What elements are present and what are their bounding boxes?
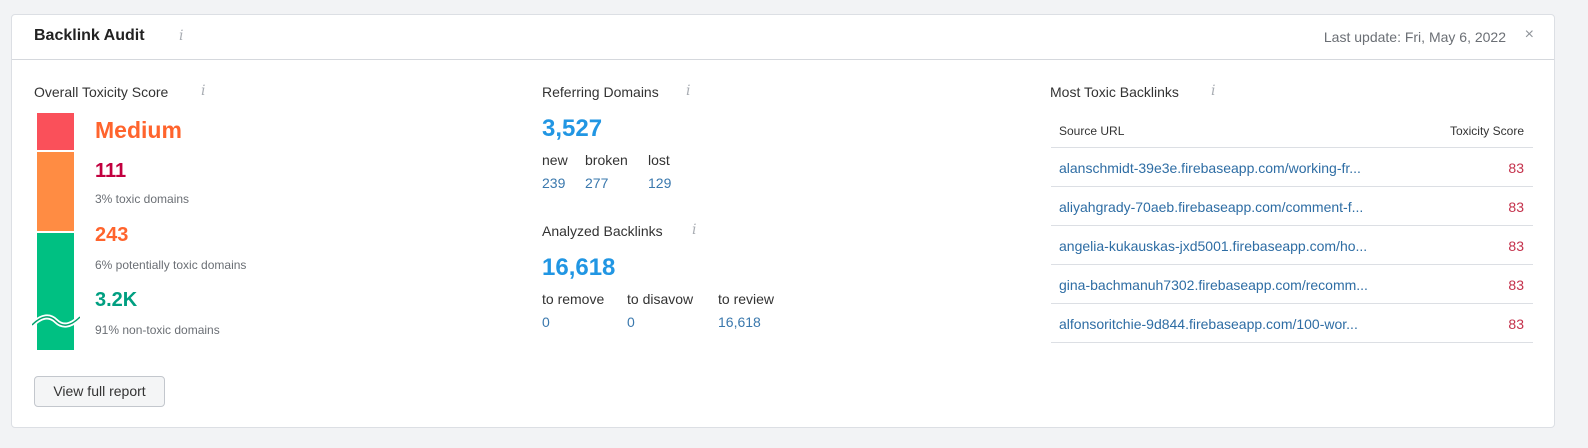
table-row: gina-bachmanuh7302.firebaseapp.com/recom… bbox=[1051, 265, 1533, 304]
info-icon[interactable]: i bbox=[692, 222, 696, 238]
info-icon[interactable]: i bbox=[201, 83, 205, 99]
potentially-toxic-bar-segment bbox=[37, 152, 74, 231]
view-full-report-button[interactable]: View full report bbox=[34, 376, 165, 407]
table-row: angelia-kukauskas-jxd5001.firebaseapp.co… bbox=[1051, 226, 1533, 265]
metric-label: broken bbox=[585, 152, 628, 168]
non-toxic-bar-segment bbox=[37, 233, 74, 350]
broken-domains-value[interactable]: 277 bbox=[585, 175, 608, 191]
backlink-audit-widget: Backlink Audit i Last update: Fri, May 6… bbox=[11, 14, 1555, 428]
backlink-url[interactable]: angelia-kukauskas-jxd5001.firebaseapp.co… bbox=[1059, 238, 1367, 254]
non-toxic-desc: 91% non-toxic domains bbox=[95, 323, 220, 337]
info-icon[interactable]: i bbox=[1211, 83, 1215, 99]
referring-domains-total[interactable]: 3,527 bbox=[542, 115, 602, 143]
toxicity-score-label: Overall Toxicity Score bbox=[34, 84, 169, 100]
metric-label: to remove bbox=[542, 291, 605, 307]
non-toxic-count[interactable]: 3.2K bbox=[95, 289, 137, 312]
referring-domains-label: Referring Domains bbox=[542, 84, 659, 100]
analyzed-backlinks-total[interactable]: 16,618 bbox=[542, 254, 615, 282]
most-toxic-backlinks-label: Most Toxic Backlinks bbox=[1050, 84, 1179, 100]
backlink-url[interactable]: aliyahgrady-70aeb.firebaseapp.com/commen… bbox=[1059, 199, 1363, 215]
metric-label: to disavow bbox=[627, 291, 694, 307]
metric-label: lost bbox=[648, 152, 670, 168]
column-header-source-url: Source URL bbox=[1059, 124, 1125, 138]
scale-break-icon bbox=[32, 314, 80, 328]
toxic-domains-count[interactable]: 111 bbox=[95, 160, 126, 183]
potentially-toxic-count[interactable]: 243 bbox=[95, 224, 128, 247]
backlink-url[interactable]: alfonsoritchie-9d844.firebaseapp.com/100… bbox=[1059, 316, 1358, 332]
toxic-backlinks-table: Source URL Toxicity Score alanschmidt-39… bbox=[1051, 115, 1533, 343]
toxicity-score: 83 bbox=[1508, 316, 1524, 332]
metric-label: new bbox=[542, 152, 568, 168]
analyzed-backlinks-label: Analyzed Backlinks bbox=[542, 223, 663, 239]
backlink-url[interactable]: gina-bachmanuh7302.firebaseapp.com/recom… bbox=[1059, 277, 1368, 293]
toxicity-score: 83 bbox=[1508, 199, 1524, 215]
new-domains-value[interactable]: 239 bbox=[542, 175, 565, 191]
table-row: alanschmidt-39e3e.firebaseapp.com/workin… bbox=[1051, 148, 1533, 187]
backlink-url[interactable]: alanschmidt-39e3e.firebaseapp.com/workin… bbox=[1059, 160, 1361, 176]
toxicity-score: 83 bbox=[1508, 277, 1524, 293]
table-header: Source URL Toxicity Score bbox=[1051, 115, 1533, 148]
table-row: alfonsoritchie-9d844.firebaseapp.com/100… bbox=[1051, 304, 1533, 343]
toxicity-score: 83 bbox=[1508, 238, 1524, 254]
to-remove-value[interactable]: 0 bbox=[542, 314, 550, 330]
last-update-text: Last update: Fri, May 6, 2022 bbox=[1323, 29, 1506, 45]
metric-label: to review bbox=[718, 291, 775, 307]
toxic-domains-desc: 3% toxic domains bbox=[95, 192, 190, 206]
to-disavow-value[interactable]: 0 bbox=[627, 314, 635, 330]
toxicity-level: Medium bbox=[95, 117, 182, 143]
potentially-toxic-desc: 6% potentially toxic domains bbox=[95, 258, 247, 272]
table-row: aliyahgrady-70aeb.firebaseapp.com/commen… bbox=[1051, 187, 1533, 226]
to-review-value[interactable]: 16,618 bbox=[718, 314, 761, 330]
close-icon[interactable]: × bbox=[1525, 26, 1534, 44]
toxic-bar-segment bbox=[37, 113, 74, 150]
info-icon[interactable]: i bbox=[686, 83, 690, 99]
toxicity-score: 83 bbox=[1508, 160, 1524, 176]
column-header-toxicity-score: Toxicity Score bbox=[1449, 124, 1524, 138]
widget-header: Backlink Audit i Last update: Fri, May 6… bbox=[12, 15, 1554, 60]
info-icon[interactable]: i bbox=[179, 28, 183, 44]
lost-domains-value[interactable]: 129 bbox=[648, 175, 671, 191]
widget-title: Backlink Audit bbox=[34, 27, 145, 44]
